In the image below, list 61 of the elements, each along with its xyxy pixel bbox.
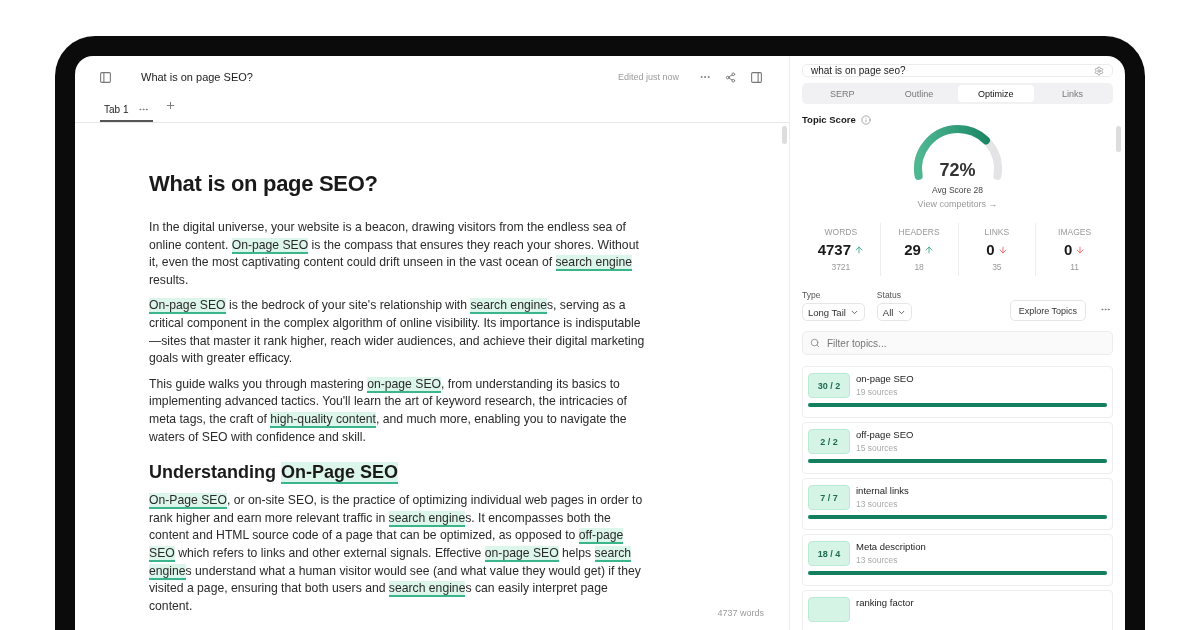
topic-card[interactable]: 2 / 2 off-page SEO 15 sources xyxy=(802,422,1113,474)
topic-sources: 15 sources xyxy=(856,443,899,453)
panel-tab[interactable]: SERP xyxy=(804,85,881,102)
panel-tab[interactable]: Optimize xyxy=(957,85,1035,102)
paragraph: On-Page SEO, or on-site SEO, is the practice of optimizing individual web pages in order to rank higher and earn more relevant traffic in search engines. It encompasses both the content and HTML source code of a page that can be optimized, as opposed to off-page SEO which refers to links and other external signals. Effective on-page SEO helps search engines understand what a human visitor would see (and what value they would get) if they visited a page, ensuring that both users and search engines can easily interpret page content. xyxy=(149,492,644,615)
stat-label: LINKS xyxy=(984,227,1010,237)
filter-topics-field[interactable]: Filter topics... xyxy=(802,331,1113,355)
topic-name: internal links xyxy=(856,485,909,496)
topic-name: on-page SEO xyxy=(856,373,914,384)
explore-topics-button[interactable]: Explore Topics xyxy=(1009,300,1086,321)
topic-score-badge: 18 / 4 xyxy=(808,541,850,566)
paragraph: This guide walks you through mastering on-page SEO, from understanding its basics to implementing advanced tactics. You'll learn the art of keyword research, the intricacies of meta tags, the craft of high-quality content, and much more, enabling you to navigate the waters of SEO with confidence and skill. xyxy=(149,375,628,446)
topic-score-badge: 2 / 2 xyxy=(808,429,850,454)
topic-score-badge xyxy=(808,597,850,622)
stat-label: WORDS xyxy=(824,227,858,237)
topic-name: ranking factor xyxy=(856,597,914,608)
stat-label: IMAGES xyxy=(1058,227,1092,237)
panel-tab[interactable]: Outline xyxy=(880,85,958,102)
filter-label: Type xyxy=(802,290,822,300)
stat-value: 4737 xyxy=(817,241,852,258)
topic-sources: 13 sources xyxy=(856,555,899,565)
share-icon[interactable] xyxy=(723,69,738,85)
topic-sources: 19 sources xyxy=(856,387,899,397)
paragraph: In the digital universe, your website is a beacon, drawing visitors from the endless sea of online content. On-page SEO is the compass that ensures they reach your shores. Without it, even the most captivating content could drift unseen in the vast ocean of search engine results. xyxy=(149,219,640,289)
scrollbar[interactable] xyxy=(1116,126,1121,152)
search-icon xyxy=(810,338,820,348)
document-tab[interactable]: Tab 1 xyxy=(100,98,154,122)
query-field[interactable]: what is on page seo? xyxy=(802,64,1113,77)
topic-card[interactable]: 18 / 4 Meta description 13 sources xyxy=(802,534,1113,586)
topic-name: Meta description xyxy=(856,541,926,552)
topic-card[interactable]: 7 / 7 internal links 13 sources xyxy=(802,478,1113,530)
topic-name: off-page SEO xyxy=(856,429,914,440)
stat-label: HEADERS xyxy=(898,227,940,237)
stat-target: 35 xyxy=(992,262,1002,272)
scrollbar[interactable] xyxy=(782,126,787,144)
document-title: What is on page SEO? xyxy=(141,71,254,83)
filter-label: Status xyxy=(876,290,902,300)
topic-score-label: Topic Score xyxy=(802,114,856,125)
stat-target: 18 xyxy=(914,262,924,272)
filter-dropdown[interactable]: Long Tail xyxy=(802,303,865,321)
topic-card[interactable]: 30 / 2 on-page SEO 19 sources xyxy=(802,366,1113,418)
score-value: 72% xyxy=(938,160,977,181)
filter-dropdown[interactable]: All xyxy=(876,303,913,321)
topic-score-badge: 30 / 2 xyxy=(808,373,850,398)
stat-target: 11 xyxy=(1070,262,1080,272)
section-heading: Understanding On-Page SEO xyxy=(149,461,400,485)
panel-tab[interactable]: Links xyxy=(1034,85,1111,102)
stat-value: 29 xyxy=(904,241,921,258)
settings-icon[interactable] xyxy=(1094,65,1104,76)
word-count: 4737 words xyxy=(717,608,764,618)
topic-score-badge: 7 / 7 xyxy=(808,485,850,510)
stat-value: 0 xyxy=(1063,241,1073,258)
paragraph: On-page SEO is the bedrock of your site's relationship with search engines, serving as a critical component in the complex algorithm of online visibility. Its importance is indisputable—sites that master it rank higher, reach wider audiences, and achieve their digital marketing goals with greater efficacy. xyxy=(149,297,646,368)
save-status: Edited just now xyxy=(617,72,679,82)
topic-sources: 13 sources xyxy=(856,499,899,509)
info-icon[interactable] xyxy=(860,114,871,125)
average-score: Avg Score 28 xyxy=(932,185,983,195)
topic-card[interactable]: ranking factor xyxy=(802,590,1113,630)
stat-value: 0 xyxy=(986,241,995,258)
article-heading: What is on page SEO? xyxy=(149,171,379,197)
stat-target: 3721 xyxy=(831,262,851,272)
